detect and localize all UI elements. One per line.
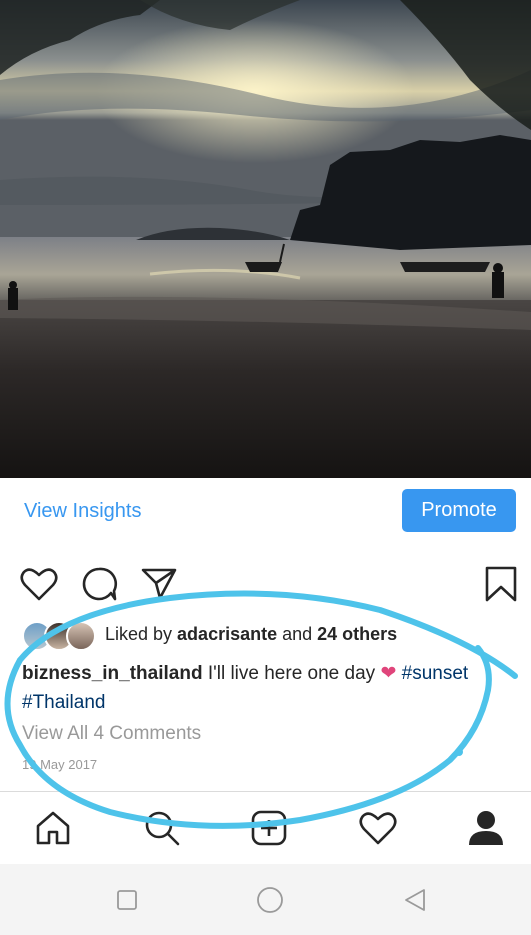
profile-icon[interactable]: [467, 809, 505, 852]
likes-prefix: Liked by: [105, 624, 178, 644]
sunset-beach-image: [0, 0, 531, 478]
caption-text: I'll live here one day: [202, 663, 381, 684]
post-actions: [0, 560, 531, 608]
heart-icon[interactable]: [20, 567, 58, 606]
back-icon[interactable]: [402, 887, 428, 918]
bottom-tab-bar: [0, 792, 531, 864]
likes-text: Liked by adacrisante and 24 others: [105, 624, 397, 645]
activity-icon[interactable]: [359, 811, 397, 850]
likes-others[interactable]: 24 others: [317, 624, 397, 644]
share-icon[interactable]: [140, 567, 178, 606]
liker-username[interactable]: adacrisante: [177, 624, 277, 644]
liker-avatars: [22, 620, 97, 651]
heart-emoji: ❤: [380, 663, 397, 684]
hashtag-thailand[interactable]: #Thailand: [22, 692, 105, 713]
bookmark-icon[interactable]: [484, 565, 518, 608]
likes-summary[interactable]: Liked by adacrisante and 24 others: [22, 620, 522, 651]
comment-icon[interactable]: [80, 566, 118, 607]
promote-button[interactable]: Promote: [402, 489, 516, 532]
view-insights-link[interactable]: View Insights: [24, 500, 141, 523]
home-icon[interactable]: [35, 810, 71, 851]
caption-username[interactable]: bizness_in_thailand: [22, 663, 203, 684]
search-icon[interactable]: [143, 809, 181, 852]
likes-and: and: [277, 624, 318, 644]
system-nav-bar: [0, 864, 531, 935]
add-post-icon[interactable]: [251, 810, 287, 851]
avatar: [66, 621, 96, 651]
hashtag-sunset[interactable]: #sunset: [402, 663, 469, 684]
post-date: 19 May 2017: [22, 757, 98, 772]
view-all-comments-link[interactable]: View All 4 Comments: [22, 723, 201, 745]
home-circle-icon[interactable]: [256, 886, 284, 919]
recents-icon[interactable]: [116, 889, 138, 916]
post-photo[interactable]: [0, 0, 531, 478]
post-caption: bizness_in_thailand I'll live here one d…: [22, 659, 512, 717]
